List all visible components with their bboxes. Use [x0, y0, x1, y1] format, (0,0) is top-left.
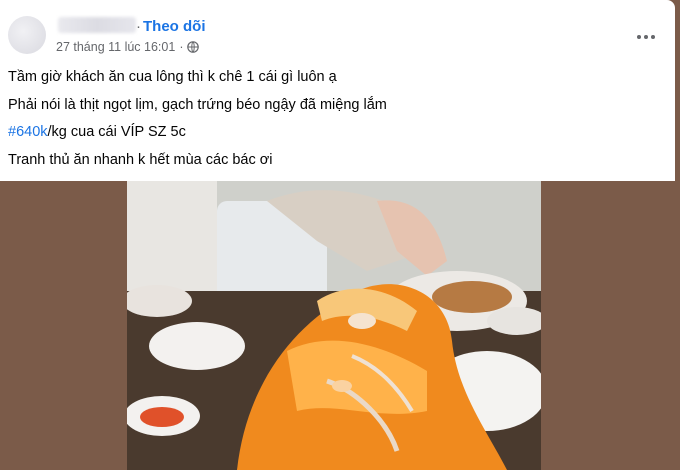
separator-dot: · — [136, 18, 141, 35]
post-text-line-4: Tranh thủ ăn nhanh k hết mùa các bác ơi — [8, 152, 273, 168]
more-options-icon[interactable] — [635, 27, 657, 47]
post-timestamp[interactable]: 27 tháng 11 lúc 16:01 — [56, 40, 175, 54]
avatar[interactable] — [8, 16, 46, 54]
post-meta: 27 tháng 11 lúc 16:01 · — [56, 40, 200, 54]
globe-icon[interactable] — [187, 41, 200, 53]
post-photo[interactable] — [127, 181, 541, 470]
hashtag-link[interactable]: #640k — [8, 124, 48, 140]
post-text-line-1: Tầm giờ khách ăn cua lông thì k chê 1 cá… — [8, 69, 337, 85]
post-text-line-3-rest: /kg cua cái VÍP SZ 5c — [47, 124, 186, 140]
author-name-redacted[interactable] — [58, 17, 136, 33]
post-text-line-3: #640k/kg cua cái VÍP SZ 5c — [8, 124, 186, 140]
post-text-line-2: Phải nói là thịt ngọt lịm, gạch trứng bé… — [8, 97, 387, 113]
post-card: · Theo dõi 27 tháng 11 lúc 16:01 · Tầm g… — [0, 0, 675, 181]
follow-button[interactable]: Theo dõi — [143, 18, 206, 35]
meta-separator: · — [179, 40, 184, 54]
